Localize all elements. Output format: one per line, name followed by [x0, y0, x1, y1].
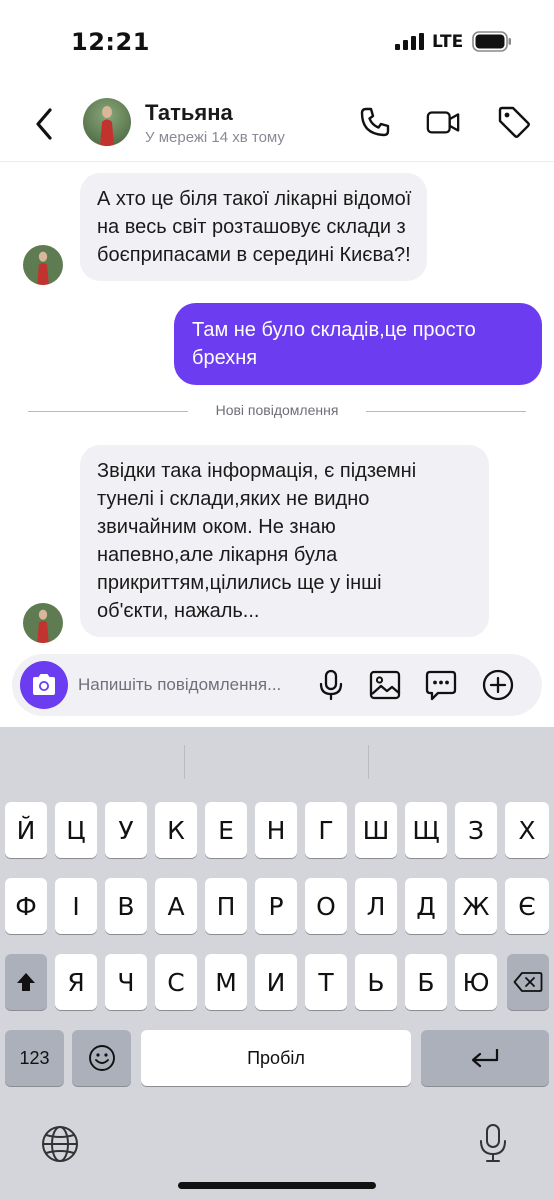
key-letter[interactable]: И [255, 954, 297, 1010]
shift-key[interactable] [5, 954, 47, 1010]
key-letter[interactable]: М [205, 954, 247, 1010]
cellular-signal-icon [395, 33, 424, 50]
image-icon[interactable] [368, 668, 402, 702]
chat-dots-icon[interactable] [424, 668, 458, 702]
key-letter[interactable]: Т [305, 954, 347, 1010]
message-bubble-incoming[interactable]: А хто це біля такої лікарні відомої на в… [80, 173, 428, 281]
key-letter[interactable]: Ц [55, 802, 97, 858]
tag-icon[interactable] [496, 104, 532, 140]
key-letter[interactable]: Ь [355, 954, 397, 1010]
backspace-icon [513, 972, 543, 992]
return-icon [471, 1049, 499, 1068]
phone-icon[interactable] [357, 104, 393, 140]
key-letter[interactable]: В [105, 878, 147, 934]
key-letter[interactable]: Я [55, 954, 97, 1010]
camera-button[interactable] [20, 661, 68, 709]
key-letter[interactable]: Е [205, 802, 247, 858]
chat-header: Татьяна У мережі 14 хв тому [0, 82, 554, 162]
video-icon[interactable] [425, 104, 461, 140]
message-text-line: брехня [192, 347, 258, 369]
camera-icon [33, 674, 55, 695]
home-indicator[interactable] [178, 1182, 376, 1189]
key-letter[interactable]: Ж [455, 878, 497, 934]
key-letter[interactable]: С [155, 954, 197, 1010]
shift-icon [17, 973, 35, 991]
message-text-line: боєприпасами в середині Києва?! [97, 244, 411, 266]
key-letter[interactable]: З [455, 802, 497, 858]
key-letter[interactable]: Д [405, 878, 447, 934]
avatar-photo [83, 98, 131, 146]
message-bubble-outgoing[interactable]: Там не було складів,це просто брехня [174, 303, 542, 385]
key-letter[interactable]: Н [255, 802, 297, 858]
avatar-photo [23, 245, 63, 285]
emoji-key[interactable] [72, 1030, 131, 1086]
key-letter[interactable]: Й [5, 802, 47, 858]
microphone-icon[interactable] [314, 668, 348, 702]
status-bar: 12:21 LTE [0, 0, 554, 80]
key-letter[interactable]: Г [305, 802, 347, 858]
globe-icon[interactable] [40, 1124, 80, 1164]
contact-avatar[interactable] [83, 98, 131, 146]
key-letter[interactable]: Л [355, 878, 397, 934]
space-key[interactable]: Пробіл [141, 1030, 411, 1086]
key-letter[interactable]: Ч [105, 954, 147, 1010]
key-letter[interactable]: І [55, 878, 97, 934]
key-letter[interactable]: Р [255, 878, 297, 934]
message-text-line: прикриттям,цілились ще у інші [97, 572, 382, 594]
message-text-line: звичайним оком. Не знаю [97, 516, 336, 538]
message-input[interactable] [78, 672, 308, 698]
suggestion-separator [368, 745, 369, 779]
message-text-line: напевно,але лікарня була [97, 544, 338, 566]
key-letter[interactable]: О [305, 878, 347, 934]
avatar-photo [23, 603, 63, 643]
contact-status: У мережі 14 хв тому [145, 129, 285, 146]
key-letter[interactable]: У [105, 802, 147, 858]
key-letter[interactable]: Х [505, 802, 549, 858]
key-letter[interactable]: Ю [455, 954, 497, 1010]
battery-icon [472, 31, 511, 52]
message-composer [12, 654, 542, 716]
key-letter[interactable]: А [155, 878, 197, 934]
message-bubble-incoming[interactable]: Звідки така інформація, є підземні тунел… [80, 445, 489, 637]
plus-circle-icon[interactable] [481, 668, 515, 702]
dictation-mic-icon[interactable] [478, 1123, 508, 1165]
emoji-icon [88, 1045, 115, 1071]
key-letter[interactable]: Б [405, 954, 447, 1010]
status-time: 12:21 [71, 28, 150, 56]
message-text-line: Звідки така інформація, є підземні [97, 460, 417, 482]
contact-name: Татьяна [145, 100, 233, 125]
back-chevron-icon[interactable] [28, 104, 62, 144]
sender-avatar[interactable] [23, 603, 63, 643]
message-text-line: Там не було складів,це просто [192, 319, 476, 341]
key-letter[interactable]: П [205, 878, 247, 934]
message-text-line: тунелі і склади,яких не видно [97, 488, 370, 510]
key-letter[interactable]: Ф [5, 878, 47, 934]
backspace-key[interactable] [507, 954, 549, 1010]
message-text-line: на весь світ розташовує склади з [97, 216, 406, 238]
divider-line-right [366, 411, 526, 412]
keyboard: Й Ц У К Е Н Г Ш Щ З Х Ф І В А П Р О Л Д … [0, 727, 554, 1200]
suggestion-separator [184, 745, 185, 779]
return-key[interactable] [421, 1030, 549, 1086]
divider-label: Нові повідомлення [215, 402, 339, 418]
message-text-line: А хто це біля такої лікарні відомої [97, 188, 412, 210]
new-messages-divider: Нові повідомлення [28, 400, 526, 422]
message-text-line: об'єкти, нажаль... [97, 600, 260, 622]
numbers-key[interactable]: 123 [5, 1030, 64, 1086]
key-letter[interactable]: Ш [355, 802, 397, 858]
key-letter[interactable]: Щ [405, 802, 447, 858]
network-type: LTE [432, 32, 464, 52]
key-letter[interactable]: Є [505, 878, 549, 934]
sender-avatar[interactable] [23, 245, 63, 285]
key-letter[interactable]: К [155, 802, 197, 858]
